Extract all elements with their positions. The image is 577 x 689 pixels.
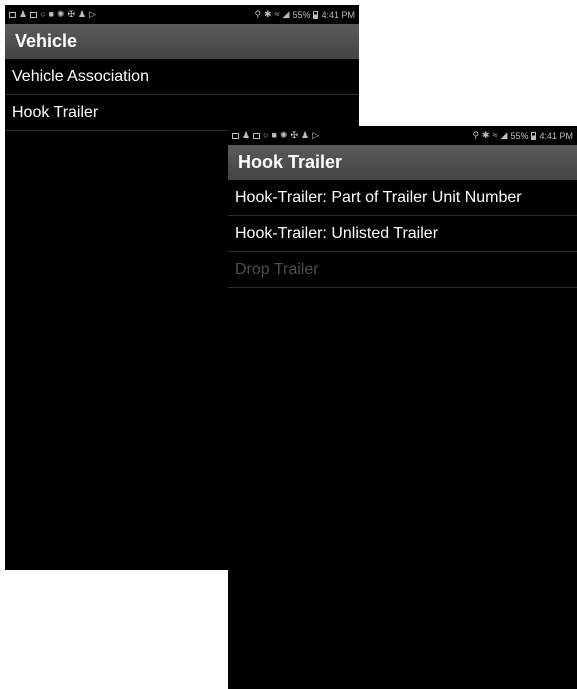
status-bar: ♟ ○ ■ ✺ ✠ ♟ ▷ ⚲ ✱ ≈ ◢ 55% 4:41 PM — [228, 126, 577, 145]
camera-icon: ■ — [271, 130, 277, 140]
signal-icon: ◢ — [282, 9, 290, 19]
action-bar: Vehicle — [5, 24, 359, 59]
list-item-hook-part-of-trailer-unit[interactable]: Hook-Trailer: Part of Trailer Unit Numbe… — [228, 180, 577, 216]
camera-icon: ■ — [48, 9, 54, 19]
location-icon: ⚲ — [254, 9, 262, 19]
system-icons: ⚲ ✱ ≈ ◢ 55% 4:41 PM — [254, 10, 355, 20]
person-icon: ♟ — [19, 9, 28, 19]
clock: 4:41 PM — [539, 130, 573, 141]
gear-icon: ✺ — [279, 130, 288, 140]
message-icon: ○ — [263, 130, 269, 140]
battery-percent: 55% — [510, 130, 529, 141]
gear-icon: ✺ — [56, 9, 65, 19]
image-icon — [232, 132, 239, 139]
person-icon: ♟ — [78, 9, 87, 19]
status-bar: ♟ ○ ■ ✺ ✠ ♟ ▷ ⚲ ✱ ≈ ◢ 55% 4:41 PM — [5, 5, 359, 24]
list-item-label: Hook-Trailer: Part of Trailer Unit Numbe… — [235, 188, 522, 206]
message-icon: ○ — [40, 9, 46, 19]
play-icon: ▷ — [312, 130, 320, 140]
person-icon: ♟ — [242, 130, 251, 140]
list-item-label: Vehicle Association — [12, 67, 149, 85]
notification-icons: ♟ ○ ■ ✺ ✠ ♟ ▷ — [9, 10, 96, 19]
battery-percent: 55% — [292, 9, 311, 20]
hook-trailer-screen: ♟ ○ ■ ✺ ✠ ♟ ▷ ⚲ ✱ ≈ ◢ 55% 4:41 PM Hook T… — [228, 126, 577, 689]
list-item-vehicle-association[interactable]: Vehicle Association — [5, 59, 359, 95]
list-item-label: Drop Trailer — [235, 260, 319, 278]
photo-icon — [30, 11, 38, 18]
battery-icon — [313, 10, 319, 19]
system-icons: ⚲ ✱ ≈ ◢ 55% 4:41 PM — [472, 131, 573, 141]
screen-title: Vehicle — [15, 31, 78, 51]
person-icon: ♟ — [301, 130, 310, 140]
screen-title: Hook Trailer — [238, 152, 343, 172]
play-icon: ▷ — [89, 9, 97, 19]
list-item-hook-unlisted-trailer[interactable]: Hook-Trailer: Unlisted Trailer — [228, 216, 577, 252]
action-bar: Hook Trailer — [228, 145, 577, 180]
menu-list: Vehicle Association Hook Trailer — [5, 59, 359, 131]
location-icon: ⚲ — [472, 130, 480, 140]
list-item-drop-trailer: Drop Trailer — [228, 252, 577, 288]
bluetooth-icon: ✱ — [482, 130, 490, 140]
clock: 4:41 PM — [321, 9, 355, 20]
battery-icon — [531, 131, 537, 140]
fan-icon: ✠ — [67, 9, 76, 19]
photo-icon — [253, 132, 261, 139]
fan-icon: ✠ — [290, 130, 299, 140]
bluetooth-icon: ✱ — [264, 9, 272, 19]
wifi-icon: ≈ — [274, 9, 280, 19]
list-item-label: Hook Trailer — [12, 103, 99, 121]
image-icon — [9, 11, 16, 18]
wifi-icon: ≈ — [492, 130, 498, 140]
list-item-label: Hook-Trailer: Unlisted Trailer — [235, 224, 439, 242]
menu-list: Hook-Trailer: Part of Trailer Unit Numbe… — [228, 180, 577, 288]
signal-icon: ◢ — [500, 130, 508, 140]
notification-icons: ♟ ○ ■ ✺ ✠ ♟ ▷ — [232, 131, 319, 140]
